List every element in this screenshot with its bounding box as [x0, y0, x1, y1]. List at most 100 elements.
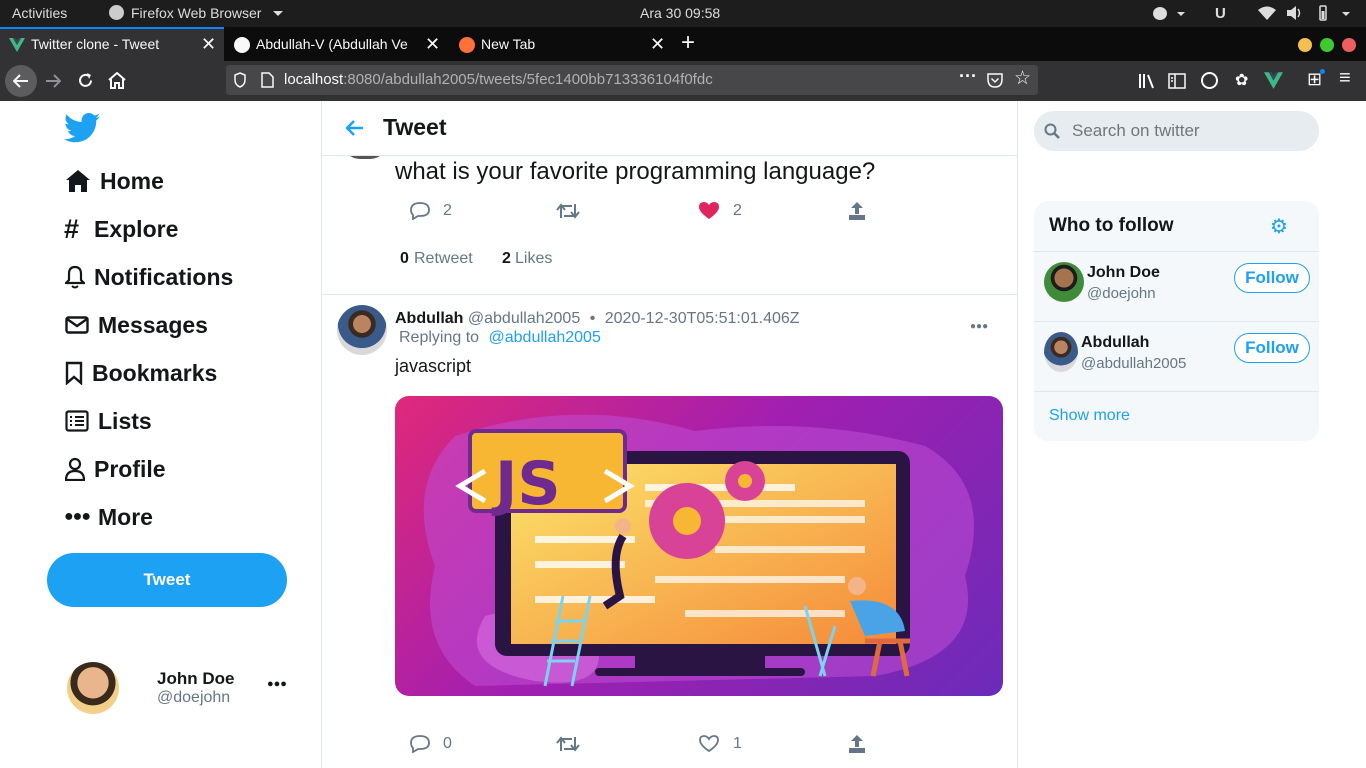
sidebar-item-label: Explore — [94, 215, 179, 242]
github-icon — [234, 37, 250, 53]
follow-button[interactable]: Follow — [1234, 333, 1310, 363]
avatar[interactable] — [1044, 332, 1078, 372]
firefox-icon — [459, 37, 475, 53]
close-tab-icon[interactable]: ✕ — [425, 34, 440, 55]
shield-icon[interactable] — [234, 72, 246, 88]
sidebar-item-lists[interactable]: Lists — [64, 403, 152, 439]
sidebar-item-explore[interactable]: # Explore — [64, 211, 178, 247]
tweet-text: javascript — [395, 356, 472, 376]
more-icon: ●●● — [64, 508, 91, 525]
author-name[interactable]: Abdullah — [395, 310, 463, 327]
tweet-button[interactable]: Tweet — [47, 553, 287, 607]
extension-icon[interactable]: ✿ — [1235, 70, 1248, 90]
new-tab-icon[interactable]: + — [681, 29, 695, 57]
url-path: :8080/abdullah2005/tweets/5fec1400bb7133… — [343, 71, 713, 88]
javascript-illustration: JS — [423, 414, 974, 687]
replying-to-handle[interactable]: @abdullah2005 — [489, 329, 601, 346]
likes-label[interactable]: Likes — [515, 250, 552, 268]
close-window-button[interactable] — [1342, 38, 1356, 52]
suggestion-row[interactable]: Abdullah @abdullah2005 Follow — [1034, 322, 1319, 391]
close-tab-icon[interactable]: ✕ — [650, 34, 665, 55]
tab-strip: Twitter clone - Tweet ✕ Abdullah-V (Abdu… — [0, 27, 1366, 61]
battery-icon[interactable] — [1315, 5, 1331, 21]
page-info-icon[interactable] — [261, 72, 274, 88]
page-title: Tweet — [383, 114, 447, 140]
more-icon[interactable]: ●●● — [267, 678, 287, 690]
replying-to-label: Replying to — [399, 329, 480, 346]
home-icon — [64, 167, 92, 195]
sidebar-item-home[interactable]: Home — [64, 163, 164, 199]
tab-new-tab[interactable]: New Tab ✕ — [450, 27, 674, 61]
suggestion-name[interactable]: Abdullah — [1081, 334, 1149, 352]
chevron-down-icon[interactable] — [1342, 12, 1350, 16]
sidebar-item-messages[interactable]: Messages — [64, 307, 208, 343]
gear-icon[interactable]: ⚙ — [1270, 214, 1288, 239]
avatar — [67, 662, 119, 714]
home-icon[interactable] — [108, 72, 126, 89]
avatar[interactable] — [337, 305, 387, 355]
back-button[interactable] — [5, 65, 37, 97]
retweet-icon[interactable] — [556, 735, 580, 753]
search-icon — [1044, 123, 1060, 139]
bookmark-icon — [64, 359, 84, 387]
retweet-count: 0 — [400, 250, 409, 267]
twitter-logo-icon[interactable] — [64, 113, 100, 143]
forward-icon[interactable] — [45, 74, 61, 88]
like-count: 2 — [733, 202, 742, 219]
sidebar-item-bookmarks[interactable]: Bookmarks — [64, 355, 217, 391]
tweet-image[interactable]: JS — [395, 396, 1003, 696]
page-actions-icon[interactable]: ··· — [959, 66, 977, 87]
share-icon[interactable] — [848, 734, 866, 754]
wifi-icon[interactable] — [1258, 6, 1276, 20]
clock[interactable]: Ara 30 09:58 — [640, 5, 720, 21]
pocket-icon[interactable] — [987, 72, 1003, 88]
user-icon — [64, 455, 86, 483]
maximize-button[interactable] — [1320, 38, 1334, 52]
vue-devtools-icon[interactable] — [1264, 72, 1283, 89]
url-text: localhost:8080/abdullah2005/tweets/5fec1… — [284, 71, 713, 88]
retweet-label[interactable]: Retweet — [414, 250, 473, 268]
sidebar-item-notifications[interactable]: Notifications — [64, 259, 233, 295]
sidebar-item-label: More — [98, 503, 153, 530]
show-more-link[interactable]: Show more — [1049, 407, 1130, 425]
reply-icon[interactable] — [410, 202, 430, 220]
avatar[interactable] — [1044, 262, 1084, 302]
author-handle[interactable]: @abdullah2005 — [468, 310, 580, 327]
heart-filled-icon[interactable] — [699, 202, 719, 220]
sidebar-item-more[interactable]: ●●● More — [64, 499, 153, 535]
volume-icon[interactable] — [1287, 6, 1303, 20]
heart-icon[interactable] — [699, 735, 719, 753]
back-arrow-icon[interactable] — [346, 120, 364, 136]
tweet-options-icon[interactable]: ●●● — [970, 321, 988, 332]
sidebar-item-profile[interactable]: Profile — [64, 451, 166, 487]
library-icon[interactable] — [1138, 73, 1155, 89]
bookmark-star-icon[interactable]: ☆ — [1014, 67, 1031, 90]
follow-button[interactable]: Follow — [1234, 263, 1310, 293]
notification-dot-icon — [1320, 69, 1325, 74]
tab-github[interactable]: Abdullah-V (Abdullah Ve ✕ — [225, 27, 449, 61]
close-tab-icon[interactable]: ✕ — [201, 34, 216, 55]
search-box[interactable] — [1034, 111, 1319, 151]
account-icon[interactable] — [1201, 72, 1218, 89]
extension-u-icon[interactable]: U — [1215, 5, 1226, 22]
hamburger-menu-icon[interactable]: ≡ — [1339, 67, 1351, 90]
firefox-icon — [109, 5, 124, 20]
sidebar-toggle-icon[interactable] — [1168, 73, 1186, 89]
twitter-clone-page: Home # Explore Notifications Messages Bo… — [0, 101, 1366, 768]
status-face-icon[interactable] — [1153, 7, 1167, 20]
share-icon[interactable] — [848, 201, 866, 221]
reply-count: 2 — [443, 202, 452, 219]
app-menu[interactable]: Firefox Web Browser — [131, 5, 261, 21]
suggestion-name[interactable]: John Doe — [1087, 264, 1160, 282]
search-input[interactable] — [1072, 119, 1307, 143]
reply-icon[interactable] — [410, 735, 430, 753]
reload-icon[interactable] — [77, 72, 94, 89]
tab-twitter-clone[interactable]: Twitter clone - Tweet ✕ — [0, 27, 224, 61]
minimize-button[interactable] — [1298, 38, 1312, 52]
retweet-icon[interactable] — [556, 202, 580, 220]
url-bar[interactable]: localhost:8080/abdullah2005/tweets/5fec1… — [226, 65, 1038, 95]
suggestion-row[interactable]: John Doe @doejohn Follow — [1034, 252, 1319, 321]
activities-button[interactable]: Activities — [12, 5, 67, 21]
sidebar-item-label: Messages — [98, 311, 208, 338]
tab-label: Twitter clone - Tweet — [31, 36, 160, 52]
